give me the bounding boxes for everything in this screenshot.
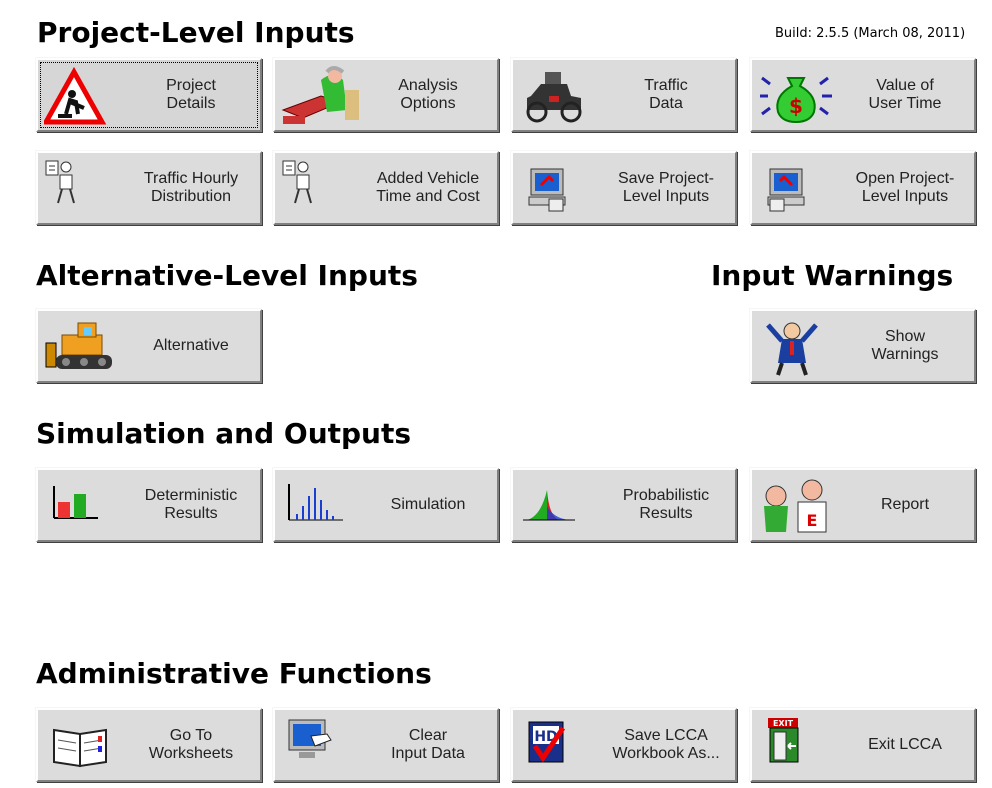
bulldozer-icon [44, 317, 130, 377]
clear-input-data-button[interactable]: Clear Input Data [273, 708, 499, 782]
analysis-options-button[interactable]: Analysis Options [273, 58, 499, 132]
clear-input-data-label: Clear Input Data [391, 727, 465, 762]
probabilistic-results-label: Probabilistic Results [622, 487, 710, 522]
histogram-icon [281, 476, 367, 536]
alarmed-man-icon [758, 317, 844, 377]
heading-alternative-level-inputs: Alternative-Level Inputs [36, 259, 418, 292]
monitor-hand-icon [281, 716, 367, 776]
report-label: Report [880, 496, 930, 513]
person-at-desk-icon [281, 66, 367, 126]
simulation-label: Simulation [390, 496, 466, 513]
go-to-worksheets-button[interactable]: Go To Worksheets [36, 708, 262, 782]
value-of-user-time-label: Value of User Time [868, 77, 942, 112]
added-vehicle-time-cost-button[interactable]: Added Vehicle Time and Cost [273, 151, 499, 225]
show-warnings-button[interactable]: Show Warnings [750, 309, 976, 383]
save-project-level-inputs-label: Save Project- Level Inputs [617, 170, 715, 205]
svg-text:$: $ [789, 94, 803, 118]
report-characters-icon: E [758, 476, 844, 536]
traffic-hourly-distribution-label: Traffic Hourly Distribution [143, 170, 239, 205]
exit-lcca-button[interactable]: EXIT Exit LCCA [750, 708, 976, 782]
project-details-label: Project Details [166, 77, 216, 112]
heading-administrative-functions: Administrative Functions [36, 657, 432, 690]
svg-text:EXIT: EXIT [773, 719, 794, 728]
project-details-button[interactable]: Project Details [36, 58, 262, 132]
road-work-sign-icon [41, 66, 130, 126]
show-warnings-label: Show Warnings [871, 328, 939, 363]
clipboard-person-icon [44, 159, 130, 219]
probabilistic-results-button[interactable]: Probabilistic Results [511, 468, 737, 542]
simulation-button[interactable]: Simulation [273, 468, 499, 542]
heading-project-level-inputs: Project-Level Inputs [37, 16, 355, 49]
go-to-worksheets-label: Go To Worksheets [148, 727, 234, 762]
report-button[interactable]: E Report [750, 468, 976, 542]
money-bag-icon: $ [758, 66, 844, 126]
computer-save-icon [519, 159, 605, 219]
heading-input-warnings: Input Warnings [711, 259, 954, 292]
hd-checkmark-icon: HD [519, 716, 605, 776]
added-vehicle-time-cost-label: Added Vehicle Time and Cost [376, 170, 480, 205]
save-project-level-inputs-button[interactable]: Save Project- Level Inputs [511, 151, 737, 225]
computer-open-icon [758, 159, 844, 219]
svg-text:E: E [807, 511, 818, 530]
distribution-curve-icon [519, 476, 605, 536]
save-lcca-workbook-label: Save LCCA Workbook As... [612, 727, 720, 762]
traffic-data-button[interactable]: Traffic Data [511, 58, 737, 132]
antique-car-icon [519, 66, 605, 126]
analysis-options-label: Analysis Options [398, 77, 458, 112]
deterministic-results-label: Deterministic Results [144, 487, 238, 522]
heading-simulation-and-outputs: Simulation and Outputs [36, 417, 412, 450]
open-project-level-inputs-button[interactable]: Open Project- Level Inputs [750, 151, 976, 225]
traffic-hourly-distribution-button[interactable]: Traffic Hourly Distribution [36, 151, 262, 225]
deterministic-results-button[interactable]: Deterministic Results [36, 468, 262, 542]
bar-chart-icon [44, 476, 130, 536]
exit-door-icon: EXIT [758, 716, 844, 776]
clipboard-person-icon [281, 159, 367, 219]
alternative-label: Alternative [153, 337, 229, 354]
open-project-level-inputs-label: Open Project- Level Inputs [855, 170, 955, 205]
alternative-button[interactable]: Alternative [36, 309, 262, 383]
save-lcca-workbook-button[interactable]: HD Save LCCA Workbook As... [511, 708, 737, 782]
value-of-user-time-button[interactable]: $ Value of User Time [750, 58, 976, 132]
traffic-data-label: Traffic Data [644, 77, 688, 112]
build-version: Build: 2.5.5 (March 08, 2011) [775, 26, 966, 41]
open-book-icon [44, 716, 130, 776]
exit-lcca-label: Exit LCCA [868, 736, 942, 753]
